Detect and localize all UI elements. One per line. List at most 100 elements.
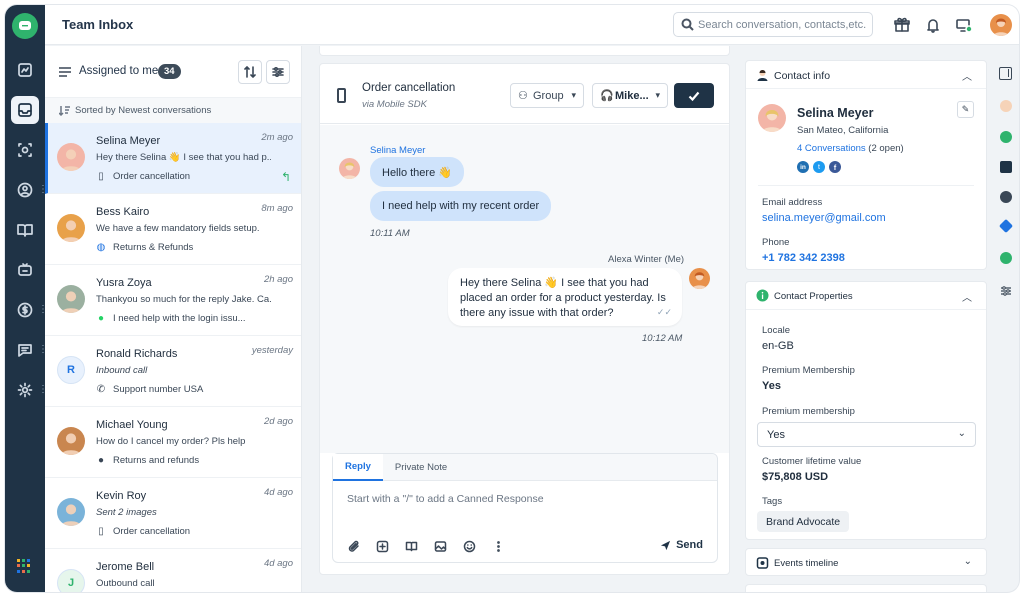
- sort-arrows-icon: [244, 66, 256, 78]
- twitter-icon[interactable]: t: [813, 161, 825, 173]
- menu-icon[interactable]: [59, 67, 71, 77]
- reply-input[interactable]: Start with a "/" to add a Canned Respons…: [347, 493, 544, 505]
- timestamp: 8m ago: [261, 203, 293, 214]
- agent-name: Alexa Winter (Me): [608, 254, 685, 265]
- tab-reply[interactable]: Reply: [333, 454, 383, 481]
- page-title: Team Inbox: [62, 17, 134, 32]
- user-app-icon[interactable]: [1000, 191, 1012, 203]
- conversation-item[interactable]: J Jerome Bell 4d ago Outbound call: [45, 549, 301, 592]
- contact-app-icon[interactable]: [1000, 100, 1012, 112]
- emoji-icon[interactable]: [463, 540, 476, 553]
- filter-label[interactable]: Assigned to me: [79, 65, 158, 77]
- incoming-message: Hello there 👋: [370, 157, 464, 187]
- conversation-item[interactable]: Michael Young 2d ago How do I cancel my or…: [45, 407, 301, 478]
- resolve-button[interactable]: [674, 83, 714, 108]
- chat-logo-icon: [19, 21, 31, 30]
- contact-avatar: [57, 285, 85, 313]
- user-avatar[interactable]: [990, 14, 1012, 36]
- article-icon[interactable]: [405, 540, 418, 553]
- filter-button[interactable]: [266, 60, 290, 84]
- outgoing-message-text: Hey there Selina 👋 I see that you had pl…: [460, 277, 666, 319]
- premium-label: Premium Membership: [762, 365, 855, 376]
- monitor-status-icon[interactable]: [955, 16, 973, 34]
- sort-icon: [59, 106, 70, 116]
- contact-name: Selina Meyer: [96, 135, 161, 147]
- events-app-icon[interactable]: [1000, 161, 1012, 173]
- locale-label: Locale: [762, 325, 790, 336]
- diamond-app-icon[interactable]: [998, 218, 1014, 234]
- conversation-item[interactable]: Kevin Roy 4d ago Sent 2 images ▯ Order cance…: [45, 478, 301, 549]
- nav-knowledge-icon[interactable]: [11, 216, 39, 244]
- contact-info-header[interactable]: Contact info ︿: [746, 61, 986, 89]
- tag-chip[interactable]: Brand Advocate: [757, 511, 850, 532]
- chevron-up-icon[interactable]: ︿: [962, 68, 972, 83]
- linkedin-icon[interactable]: in: [797, 161, 809, 173]
- more-options-icon[interactable]: [492, 540, 505, 553]
- count-badge: 34: [158, 64, 181, 79]
- left-nav-rail: ⋮ ⋮ ⋮ ⋮: [5, 5, 48, 592]
- channel-label: Order cancellation: [113, 171, 191, 182]
- contact-properties-panel: Contact Properties ︿ Locale en-GB Premiu…: [745, 281, 987, 540]
- whatsapp-icon: ●: [97, 313, 105, 324]
- attachment-icon[interactable]: [347, 540, 360, 553]
- bell-icon[interactable]: [924, 16, 942, 34]
- contact-phone[interactable]: +1 782 342 2398: [762, 252, 845, 264]
- agent-dropdown[interactable]: 🎧 Mike... ▾: [592, 83, 668, 108]
- nav-settings-icon[interactable]: [11, 376, 39, 404]
- message-preview: Sent 2 images: [96, 507, 157, 518]
- sliders-icon[interactable]: [1000, 284, 1012, 296]
- sort-button[interactable]: [238, 60, 262, 84]
- send-button[interactable]: Send: [660, 539, 703, 551]
- conversation-item[interactable]: Selina Meyer 2m ago Hey there Selina 👋 I s…: [45, 123, 301, 194]
- search-input[interactable]: Search conversation, contacts,etc.: [673, 12, 873, 37]
- events-timeline-panel[interactable]: Events timeline ⌄: [745, 548, 987, 576]
- nav-billing-icon[interactable]: [11, 296, 39, 324]
- facebook-icon[interactable]: f: [829, 161, 841, 173]
- contact-name: Jerome Bell: [96, 561, 155, 573]
- info-app-icon[interactable]: [1000, 131, 1012, 143]
- conversations-open: (2 open): [868, 143, 904, 154]
- contact-properties-header[interactable]: Contact Properties ︿: [746, 282, 986, 310]
- nav-bot-icon[interactable]: [11, 136, 39, 164]
- search-icon: [681, 18, 694, 31]
- collapse-panel-icon[interactable]: [999, 67, 1012, 80]
- canned-response-icon[interactable]: [376, 540, 389, 553]
- mobile-icon: ▯: [98, 171, 104, 182]
- chevron-up-icon[interactable]: ︿: [962, 289, 972, 304]
- mobile-icon: ▯: [98, 526, 104, 537]
- image-icon[interactable]: [434, 540, 447, 553]
- nav-campaign-icon[interactable]: [11, 256, 39, 284]
- app-logo[interactable]: [12, 13, 38, 39]
- edit-contact-button[interactable]: ✎: [957, 101, 974, 118]
- conversation-item[interactable]: R Ronald Richards yesterday Inbound call ✆ Su…: [45, 336, 301, 407]
- integration-app-icon[interactable]: [1000, 252, 1012, 264]
- nav-dashboard-icon[interactable]: [11, 56, 39, 84]
- group-icon: ⚇: [518, 90, 528, 102]
- apps-grid-icon[interactable]: [17, 559, 31, 573]
- composer-toolbar: [347, 540, 505, 553]
- premium-select[interactable]: Yes ⌄: [757, 422, 976, 447]
- timestamp: yesterday: [251, 345, 293, 356]
- conversation-item[interactable]: Bess Kairo 8m ago We have a few mandatory …: [45, 194, 301, 265]
- agent-label: Mike...: [615, 89, 649, 102]
- conversation-item[interactable]: Yusra Zoya 2h ago Thankyou so much for the…: [45, 265, 301, 336]
- channel-label: Returns and refunds: [113, 455, 200, 466]
- conversations-link[interactable]: 4 Conversations: [797, 143, 866, 154]
- tab-private-note[interactable]: Private Note: [383, 454, 459, 481]
- social-links: in t f: [797, 161, 841, 173]
- sort-bar: Sorted by Newest conversations: [45, 98, 301, 123]
- phone-label: Phone: [762, 237, 790, 248]
- nav-messages-icon[interactable]: [11, 336, 39, 364]
- events-timeline-header[interactable]: Events timeline ⌄: [746, 549, 986, 577]
- chevron-down-icon[interactable]: ⌄: [964, 556, 972, 567]
- contact-avatar: [57, 427, 85, 455]
- chat-panel: Order cancellation via Mobile SDK ⚇ Grou…: [319, 63, 730, 575]
- nav-inbox-icon[interactable]: [11, 96, 39, 124]
- gift-icon[interactable]: [893, 16, 911, 34]
- contact-email[interactable]: selina.meyer@gmail.com: [762, 212, 886, 224]
- group-dropdown[interactable]: ⚇ Group ▾: [510, 83, 584, 108]
- contact-avatar: [57, 143, 85, 171]
- tags-label: Tags: [762, 496, 783, 507]
- nav-contacts-icon[interactable]: [11, 176, 39, 204]
- premium-select-value: Yes: [767, 429, 785, 441]
